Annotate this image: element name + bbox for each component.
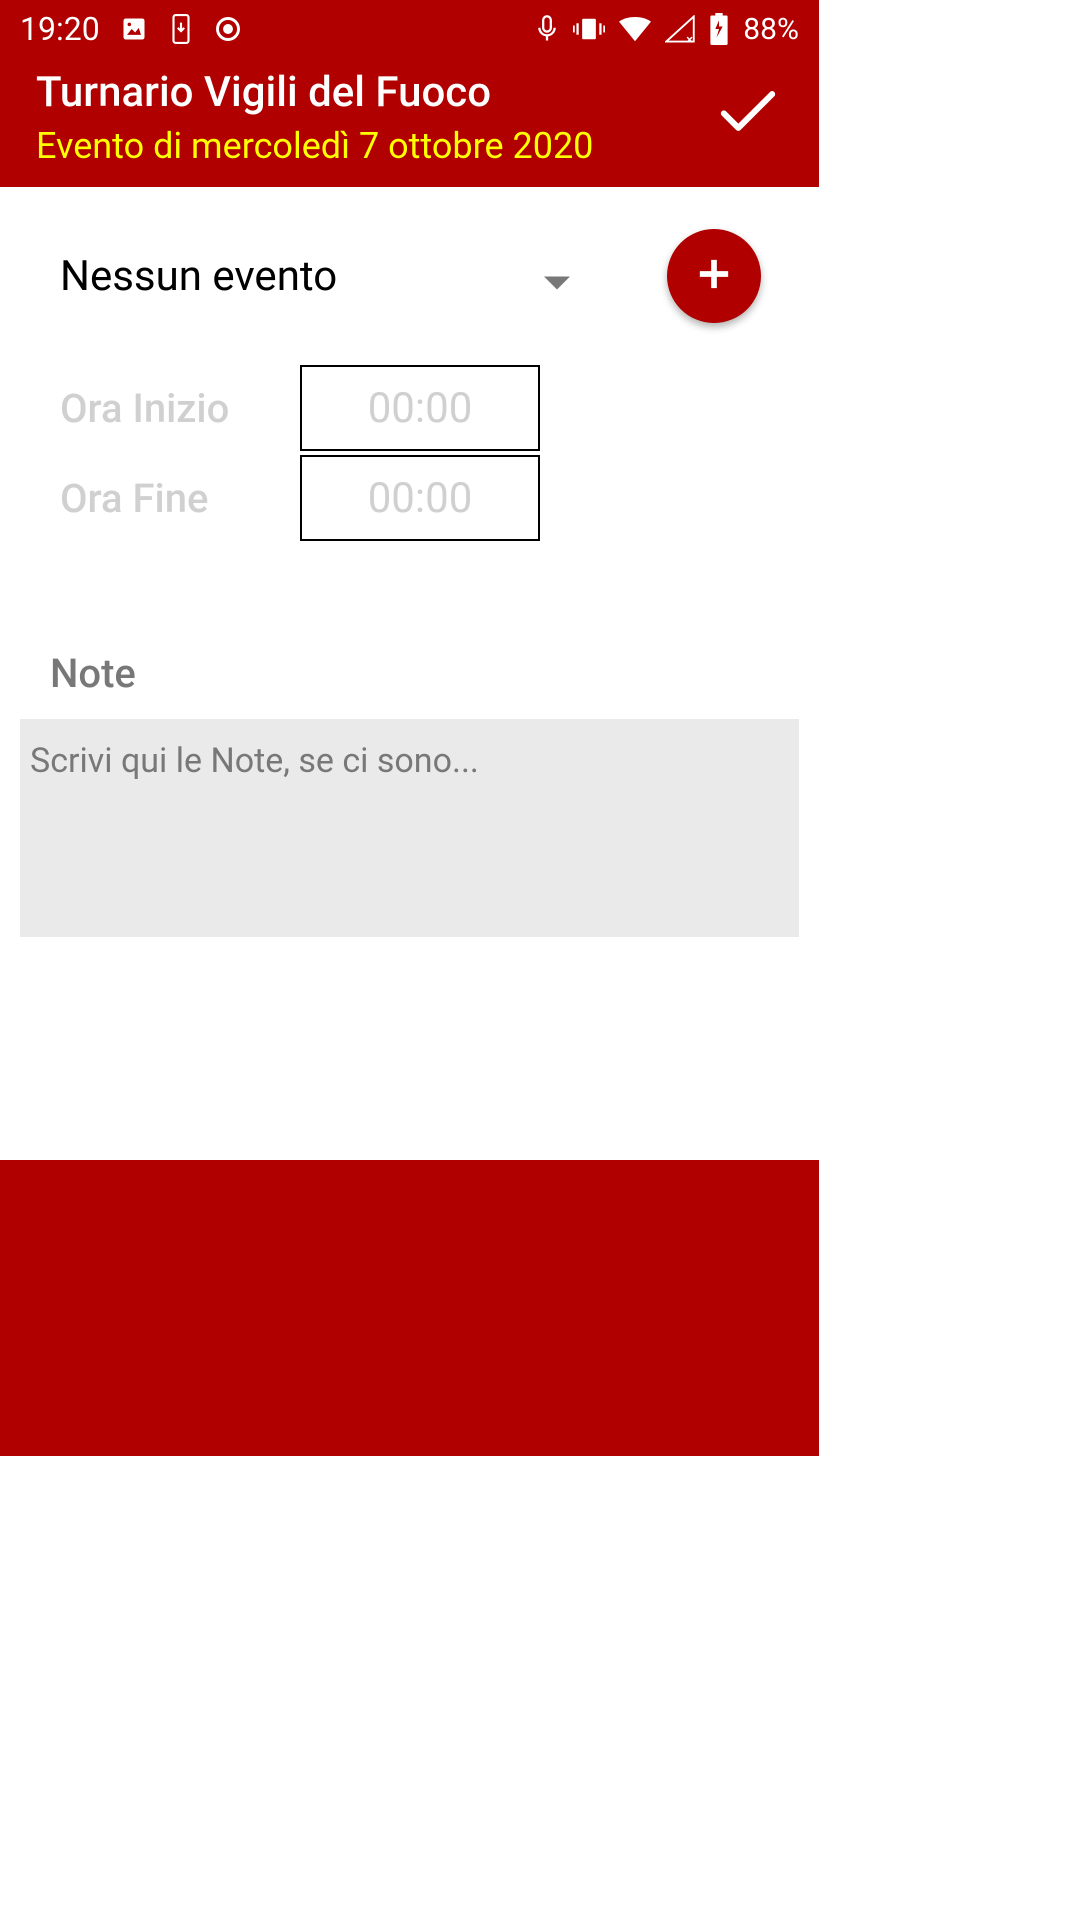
mic-icon: [535, 15, 559, 43]
navigation-bar: [0, 1822, 1080, 1920]
event-dropdown-label: Nessun evento: [60, 252, 337, 301]
battery-icon: [709, 13, 729, 45]
status-right: × 88%: [535, 12, 799, 47]
time-section: Ora Inizio 00:00 Ora Fine 00:00: [60, 365, 797, 545]
event-row: Nessun evento: [60, 229, 797, 323]
home-button[interactable]: [521, 1850, 559, 1892]
status-time: 19:20: [20, 10, 100, 48]
svg-text:×: ×: [687, 33, 694, 43]
photo-icon: [120, 15, 148, 43]
battery-text: 88%: [743, 12, 799, 47]
download-icon: [168, 14, 194, 44]
end-time-label: Ora Fine: [60, 475, 300, 522]
check-icon[interactable]: [719, 88, 777, 138]
status-bar: 19:20 × 88%: [0, 0, 819, 58]
start-time-input[interactable]: 00:00: [300, 365, 540, 451]
plus-icon: [697, 257, 731, 295]
app-header-text: Turnario Vigili del Fuoco Evento di merc…: [36, 68, 593, 167]
end-time-row: Ora Fine 00:00: [60, 455, 797, 541]
chevron-down-icon: [544, 252, 570, 301]
app-subtitle: Evento di mercoledì 7 ottobre 2020: [36, 125, 593, 167]
vibrate-icon: [573, 15, 605, 43]
event-dropdown[interactable]: Nessun evento: [60, 252, 570, 301]
wifi-icon: [619, 16, 651, 42]
back-button[interactable]: [882, 1851, 918, 1891]
end-time-input[interactable]: 00:00: [300, 455, 540, 541]
app-title: Turnario Vigili del Fuoco: [36, 68, 593, 117]
start-time-label: Ora Inizio: [60, 385, 300, 432]
status-left: 19:20: [20, 10, 242, 48]
app-header: Turnario Vigili del Fuoco Evento di merc…: [0, 58, 819, 187]
note-placeholder: Scrivi qui le Note, se ci sono...: [30, 741, 479, 781]
note-input[interactable]: Scrivi qui le Note, se ci sono...: [20, 719, 799, 937]
target-icon: [214, 15, 242, 43]
signal-icon: ×: [665, 15, 695, 43]
add-event-button[interactable]: [667, 229, 761, 323]
content-area: Nessun evento Ora Inizio 00:00 Ora Fine …: [0, 187, 819, 1160]
footer: [0, 1160, 819, 1456]
note-label: Note: [50, 650, 797, 697]
start-time-row: Ora Inizio 00:00: [60, 365, 797, 451]
recent-apps-button[interactable]: [162, 1851, 198, 1891]
